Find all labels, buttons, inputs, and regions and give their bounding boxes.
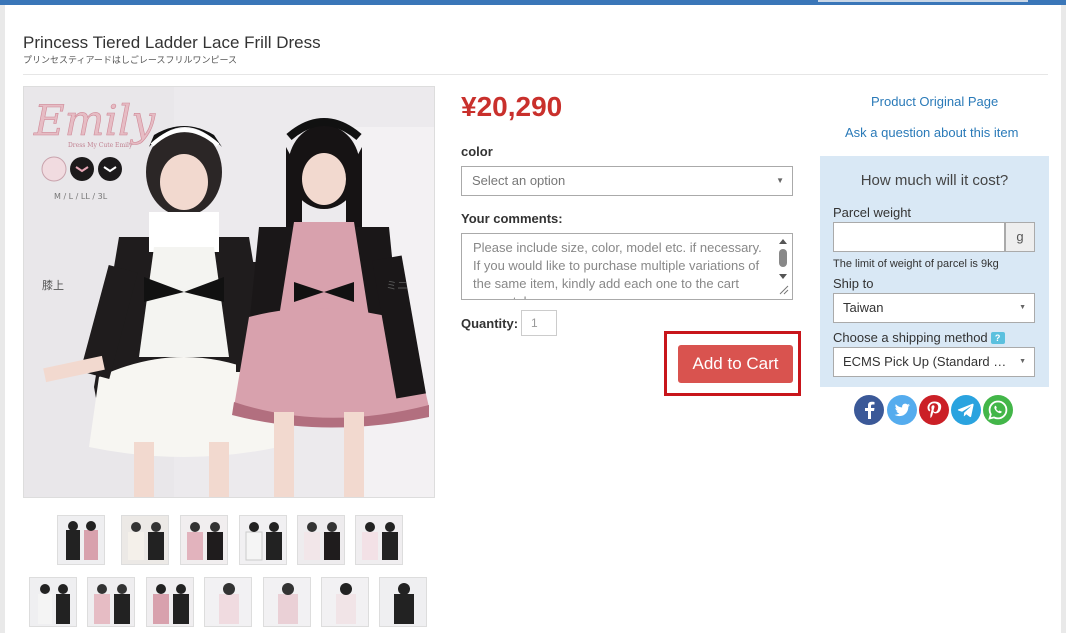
weight-limit-note: The limit of weight of parcel is 9kg — [833, 258, 999, 270]
shipping-method-label: Choose a shipping method? — [833, 330, 1005, 345]
comments-placeholder: Please include size, color, model etc. i… — [473, 240, 762, 299]
thumbnail[interactable] — [57, 515, 105, 565]
main-product-image[interactable]: Emily Dress My Cute Emily M / L / LL / 3… — [23, 86, 435, 498]
thumbnail[interactable] — [29, 577, 77, 627]
shipping-method-label-text: Choose a shipping method — [833, 330, 988, 345]
thumbnail[interactable] — [180, 515, 228, 565]
thumbnail[interactable] — [239, 515, 287, 565]
thumbnail[interactable] — [297, 515, 345, 565]
brand-logo-text: Emily — [33, 96, 156, 145]
twitter-icon[interactable] — [887, 395, 917, 425]
chevron-down-icon: ▼ — [1019, 304, 1026, 311]
textarea-scrollbar[interactable] — [776, 236, 790, 296]
color-select[interactable]: Select an option ▼ — [461, 166, 793, 196]
ask-question-link[interactable]: Ask a question about this item — [845, 125, 1018, 140]
label-mini: ミニ — [386, 279, 408, 292]
thumbnail[interactable] — [355, 515, 403, 565]
product-original-page-link[interactable]: Product Original Page — [871, 94, 998, 109]
parcel-weight-input[interactable] — [833, 222, 1005, 252]
product-title: Princess Tiered Ladder Lace Frill Dress — [23, 33, 321, 52]
shipping-method-select[interactable]: ECMS Pick Up (Standard Parcel) ▼ — [833, 347, 1035, 377]
shipping-method-value: ECMS Pick Up (Standard Parcel) — [843, 354, 1011, 369]
product-subtitle: プリンセスティアードはしごレースフリルワンピース — [23, 55, 238, 65]
facebook-icon[interactable] — [854, 395, 884, 425]
thumbnail[interactable] — [263, 577, 311, 627]
thumbnail[interactable] — [87, 577, 135, 627]
help-icon[interactable]: ? — [990, 332, 1005, 344]
shipping-cost-calculator: How much will it cost? Parcel weight g T… — [820, 156, 1049, 387]
telegram-icon[interactable] — [951, 395, 981, 425]
comments-label: Your comments: — [461, 211, 563, 226]
quantity-input[interactable]: 1 — [521, 310, 557, 336]
color-select-value: Select an option — [472, 173, 566, 188]
whatsapp-icon[interactable] — [983, 395, 1013, 425]
thumbnail[interactable] — [121, 515, 169, 565]
product-price: ¥20,290 — [461, 91, 563, 122]
parcel-weight-label: Parcel weight — [833, 205, 912, 220]
thumbnail[interactable] — [146, 577, 194, 627]
thumbnail[interactable] — [204, 577, 252, 627]
comments-textarea[interactable]: Please include size, color, model etc. i… — [461, 233, 793, 300]
top-bar-tab — [818, 0, 1028, 2]
ship-to-value: Taiwan — [843, 300, 884, 315]
ship-to-label: Ship to — [833, 276, 874, 291]
color-label: color — [461, 144, 493, 159]
label-knee: 膝上 — [42, 279, 64, 292]
thumbnail[interactable] — [321, 577, 369, 627]
product-page: Princess Tiered Ladder Lace Frill Dress … — [5, 5, 1061, 633]
chevron-down-icon: ▼ — [776, 176, 784, 185]
weight-unit: g — [1005, 222, 1035, 252]
brand-tagline: Dress My Cute Emily — [68, 142, 133, 149]
size-list: M / L / LL / 3L — [54, 192, 108, 201]
thumbnail[interactable] — [379, 577, 427, 627]
ship-to-select[interactable]: Taiwan ▼ — [833, 293, 1035, 323]
add-to-cart-button[interactable]: Add to Cart — [678, 345, 793, 383]
quantity-label: Quantity: — [461, 316, 519, 331]
chevron-down-icon: ▼ — [1019, 358, 1026, 365]
divider — [23, 74, 1048, 75]
calculator-title: How much will it cost? — [860, 172, 1009, 189]
pinterest-icon[interactable] — [919, 395, 949, 425]
